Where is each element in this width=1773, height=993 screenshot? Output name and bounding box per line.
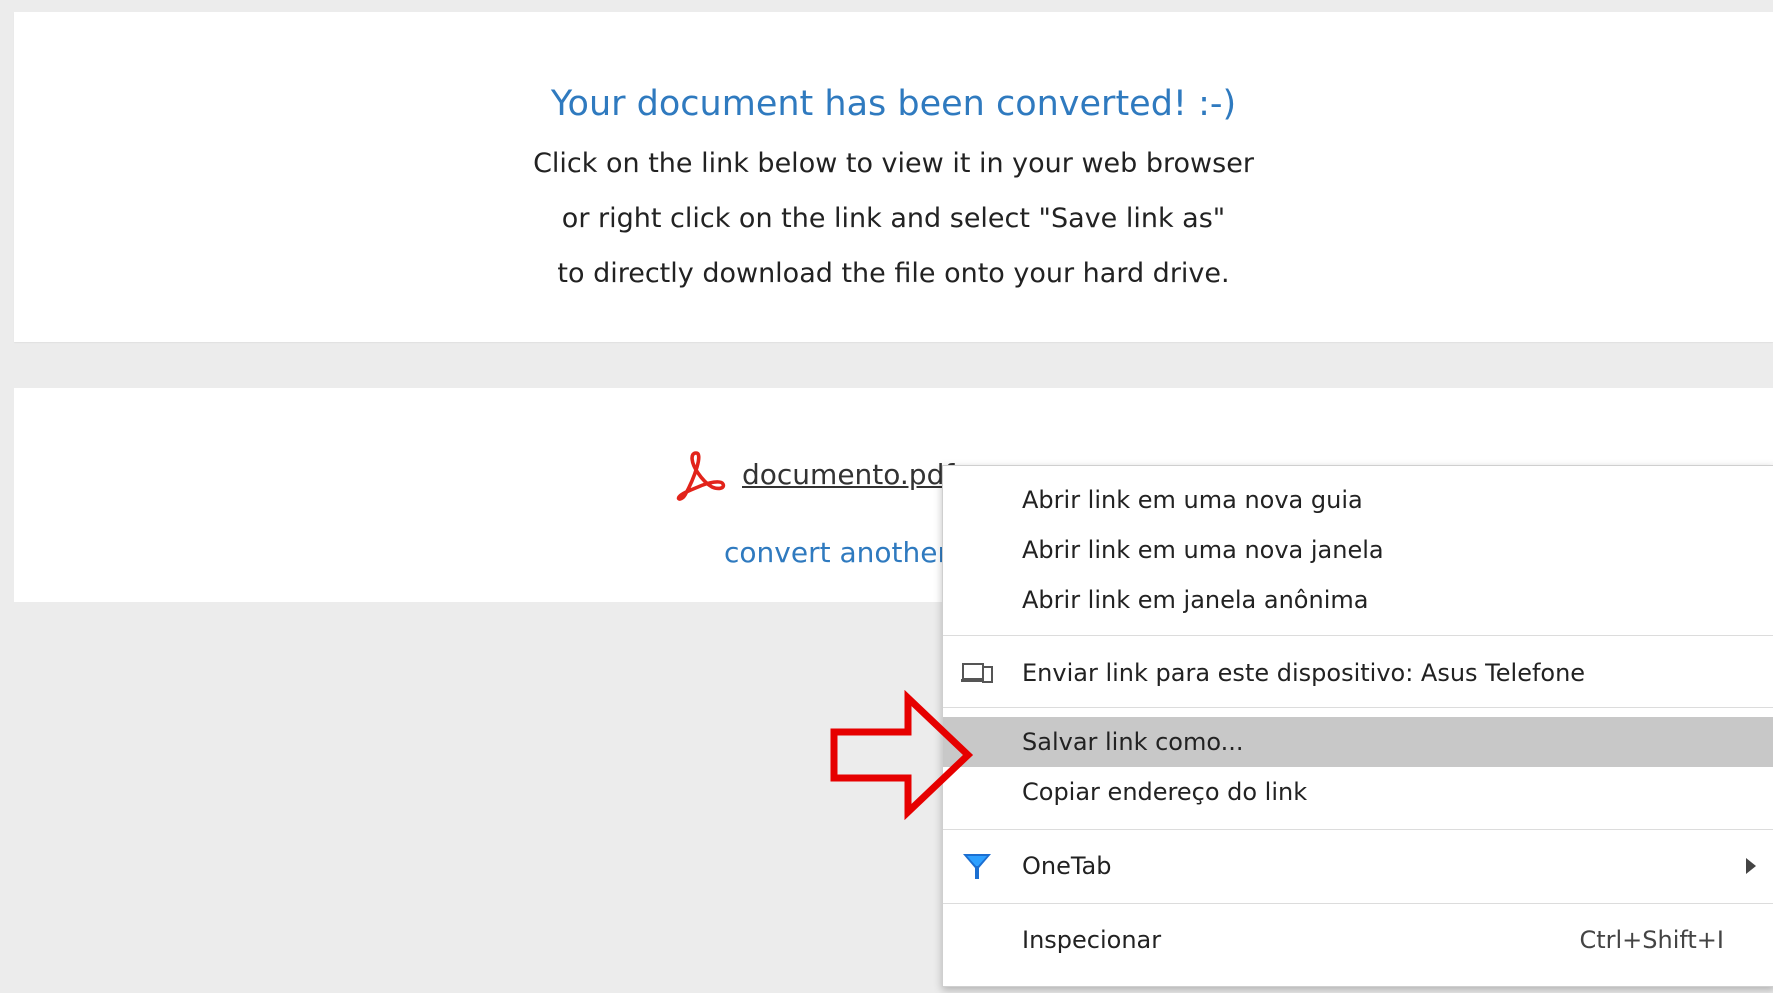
- instruction-line-2: or right click on the link and select "S…: [561, 203, 1226, 234]
- annotation-arrow-icon: [830, 690, 974, 820]
- menu-separator: [943, 903, 1773, 904]
- instruction-line-1: Click on the link below to view it in yo…: [533, 148, 1254, 179]
- file-row: documento.pdf: [674, 446, 954, 502]
- convert-another-link[interactable]: convert another: [724, 536, 949, 569]
- page-top-strip: [0, 0, 1773, 7]
- menu-item-label: Enviar link para este dispositivo: Asus …: [1022, 659, 1586, 687]
- menu-item-onetab[interactable]: OneTab: [943, 841, 1773, 891]
- menu-item-shortcut: Ctrl+Shift+I: [1579, 926, 1724, 954]
- submenu-arrow-icon: [1746, 858, 1756, 874]
- menu-item-label: Copiar endereço do link: [1022, 778, 1308, 806]
- menu-item-label: Abrir link em uma nova guia: [1022, 486, 1363, 514]
- instruction-line-3: to directly download the file onto your …: [557, 258, 1230, 289]
- menu-item-open-new-tab[interactable]: Abrir link em uma nova guia: [943, 475, 1773, 525]
- devices-icon: [961, 658, 993, 688]
- menu-item-save-link-as[interactable]: Salvar link como...: [943, 717, 1773, 767]
- menu-separator: [943, 635, 1773, 636]
- menu-item-label: Abrir link em janela anônima: [1022, 586, 1369, 614]
- pdf-icon: [674, 447, 728, 501]
- menu-item-inspect[interactable]: Inspecionar Ctrl+Shift+I: [943, 915, 1773, 965]
- context-menu: Abrir link em uma nova guia Abrir link e…: [942, 465, 1773, 987]
- menu-item-label: Salvar link como...: [1022, 728, 1244, 756]
- menu-item-copy-link-address[interactable]: Copiar endereço do link: [943, 767, 1773, 817]
- menu-item-open-incognito[interactable]: Abrir link em janela anônima: [943, 575, 1773, 625]
- menu-item-label: Inspecionar: [1022, 926, 1162, 954]
- converted-heading: Your document has been converted! :-): [550, 84, 1237, 124]
- menu-item-send-to-device[interactable]: Enviar link para este dispositivo: Asus …: [943, 648, 1773, 698]
- menu-separator: [943, 707, 1773, 708]
- onetab-funnel-icon: [961, 851, 993, 881]
- menu-item-label: Abrir link em uma nova janela: [1022, 536, 1384, 564]
- menu-separator: [943, 829, 1773, 830]
- conversion-message-card: Your document has been converted! :-) Cl…: [14, 12, 1773, 342]
- pdf-download-link[interactable]: documento.pdf: [742, 458, 954, 491]
- menu-item-label: OneTab: [1022, 852, 1112, 880]
- menu-item-open-new-window[interactable]: Abrir link em uma nova janela: [943, 525, 1773, 575]
